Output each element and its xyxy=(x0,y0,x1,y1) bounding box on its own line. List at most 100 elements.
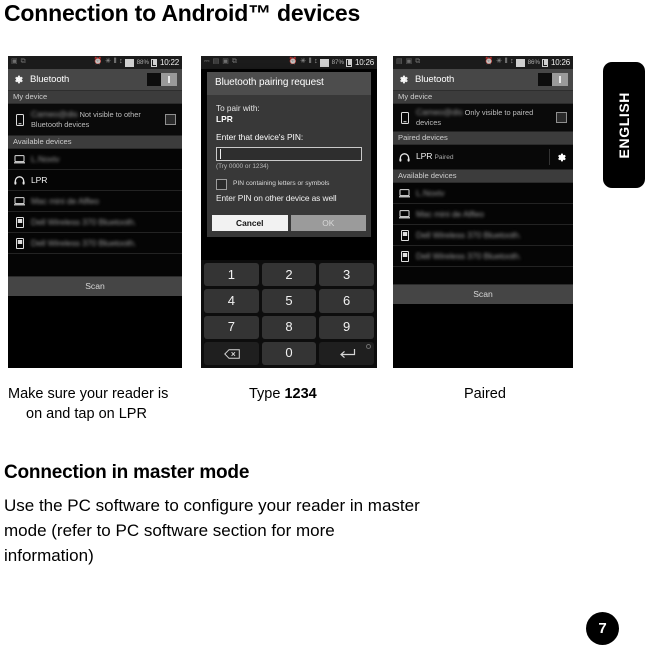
list-item[interactable]: L.Noxtv xyxy=(8,149,182,170)
status-right-icons: ⏰ ✳ ⦀ ↕ 87% 10:26 xyxy=(289,58,374,68)
clock: 10:26 xyxy=(354,57,374,67)
paired-device-row[interactable]: LPR Paired xyxy=(393,145,573,170)
signal-bars-icon xyxy=(125,58,135,67)
pin-input[interactable] xyxy=(216,146,362,161)
pin-hint: (Try 0000 or 1234) xyxy=(216,162,269,170)
dialog-actions: Cancel OK xyxy=(207,210,371,237)
bluetooth-action-bar: Bluetooth xyxy=(393,69,573,91)
mute-icon: ⦀ xyxy=(504,58,508,66)
status-bar: ▣ ⧉ ⏰ ✳ ⦀ ↕ 88% 10:22 xyxy=(8,56,182,69)
list-item[interactable]: Mac mini de Alfleo xyxy=(393,204,573,225)
alarm-icon: ⏰ xyxy=(484,58,494,66)
caption-step1: Make sure your reader is on and tap on L… xyxy=(8,384,193,424)
backspace-icon xyxy=(224,349,241,359)
battery-percent: 88% xyxy=(136,58,149,66)
key-8[interactable]: 8 xyxy=(261,315,317,339)
my-device-text: Cameo@dis Not visible to other Bluetooth… xyxy=(31,109,159,129)
list-item[interactable]: LPR xyxy=(8,170,182,191)
numeric-keypad: 1 2 3 4 5 6 7 8 9 0 xyxy=(201,260,377,368)
dialog-body: To pair with: LPR Enter that device's PI… xyxy=(207,95,371,211)
key-4[interactable]: 4 xyxy=(204,289,259,313)
scan-button[interactable]: Scan xyxy=(8,276,182,296)
phone-icon xyxy=(14,216,25,228)
my-device-row[interactable]: Cameo@dis Only visible to paired devices xyxy=(393,104,573,132)
battery-percent: 87% xyxy=(331,58,344,66)
key-1[interactable]: 1 xyxy=(204,263,259,287)
paired-device-text: LPR Paired xyxy=(416,151,543,163)
clock: 10:22 xyxy=(159,57,179,67)
status-bar: ⎓ ▤ ▣ ⧉ ⏰ ✳ ⦀ ↕ 87% 10:26 xyxy=(201,56,377,69)
body-paragraph: Use the PC software to configure your re… xyxy=(4,493,592,568)
sync-icon: ⧉ xyxy=(231,58,237,66)
device-settings-gear-icon[interactable] xyxy=(556,152,567,163)
key-6[interactable]: 6 xyxy=(319,289,374,313)
screenshot-icon: ▤ xyxy=(396,58,403,66)
key-5[interactable]: 5 xyxy=(261,289,317,313)
list-filler xyxy=(8,254,182,276)
enter-arrow-icon xyxy=(339,348,355,358)
enter-key[interactable] xyxy=(319,341,374,365)
caption-step1-line1: Make sure your reader is xyxy=(8,386,169,402)
language-tab: ENGLISH xyxy=(603,62,645,188)
list-item[interactable]: Mac mini de Alfleo xyxy=(8,191,182,212)
body-line-1: Use the PC software to configure your re… xyxy=(4,496,420,515)
key-7[interactable]: 7 xyxy=(204,315,259,339)
list-item[interactable]: Dell Wireless 370 Bluetooth. xyxy=(393,225,573,246)
bluetooth-toggle[interactable] xyxy=(538,73,568,86)
signal-bars-icon xyxy=(516,58,526,67)
pin-label: Enter that device's PIN: xyxy=(216,132,304,143)
caption-step2-prefix: Type xyxy=(249,386,285,402)
phone-icon xyxy=(399,111,410,124)
status-right-icons: ⏰ ✳ ⦀ ↕ 86% 10:26 xyxy=(485,58,570,68)
section-paired-devices: Paired devices xyxy=(393,132,573,145)
pin-alpha-checkbox[interactable] xyxy=(216,178,227,190)
bluetooth-icon: ✳ xyxy=(300,58,306,66)
bluetooth-toggle[interactable] xyxy=(147,73,177,86)
ok-button[interactable]: OK xyxy=(290,215,366,232)
pin-alpha-checkbox-row[interactable]: PIN containing letters or symbols xyxy=(216,178,362,190)
dialog-title: Bluetooth pairing request xyxy=(207,72,371,95)
my-device-row[interactable]: Cameo@dis Not visible to other Bluetooth… xyxy=(8,104,182,136)
cancel-button[interactable]: Cancel xyxy=(212,215,288,232)
battery-percent: 86% xyxy=(527,58,540,66)
paired-device-name: LPR xyxy=(416,151,433,162)
backspace-key[interactable] xyxy=(204,341,259,365)
gear-icon xyxy=(15,75,23,84)
laptop-icon xyxy=(14,196,25,206)
key-9[interactable]: 9 xyxy=(319,315,374,339)
page-title: Connection to Android™ devices xyxy=(4,0,361,26)
android-screenshot-step2: ⎓ ▤ ▣ ⧉ ⏰ ✳ ⦀ ↕ 87% 10:26 Bluetooth pair… xyxy=(201,56,377,368)
sim-icon: ▣ xyxy=(222,58,229,66)
clock: 10:26 xyxy=(550,57,570,67)
device-name: Mac mini de Alfleo xyxy=(416,208,484,219)
sim-icon: ▣ xyxy=(11,58,18,66)
status-left-icons: ⎓ ▤ ▣ ⧉ xyxy=(204,58,237,67)
my-device-name: Cameo@dis xyxy=(416,107,463,118)
network-type-icon: ↕ xyxy=(119,58,123,66)
scan-button[interactable]: Scan xyxy=(393,284,573,304)
device-name-lpr: LPR xyxy=(31,174,48,185)
list-item[interactable]: Dell Wireless 370 Bluetooth. xyxy=(8,233,182,254)
key-3[interactable]: 3 xyxy=(319,263,374,287)
my-device-text: Cameo@dis Only visible to paired devices xyxy=(416,107,550,127)
phone-icon xyxy=(14,237,25,249)
dialog-note: Enter PIN on other device as well xyxy=(216,192,337,203)
caption-step2: Type 1234 xyxy=(249,384,317,404)
section-available-devices: Available devices xyxy=(8,136,182,149)
list-item[interactable]: Dell Wireless 370 Bluetooth. xyxy=(393,246,573,267)
key-0[interactable]: 0 xyxy=(261,341,317,365)
visibility-checkbox[interactable] xyxy=(165,114,176,125)
sim-icon: ▣ xyxy=(405,58,413,66)
battery-icon xyxy=(151,58,158,67)
emoji-icon xyxy=(366,343,371,349)
android-screenshot-step3: ▤ ▣ ⧉ ⏰ ✳ ⦀ ↕ 86% 10:26 Bluetooth My dev… xyxy=(393,56,573,368)
phone-icon xyxy=(14,113,25,126)
key-2[interactable]: 2 xyxy=(261,263,317,287)
status-left-icons: ▤ ▣ ⧉ xyxy=(396,58,420,67)
section-my-device: My device xyxy=(393,91,573,104)
list-item[interactable]: Dell Wireless 370 Bluetooth. xyxy=(8,212,182,233)
visibility-checkbox[interactable] xyxy=(556,112,567,123)
page-number-badge: 7 xyxy=(586,612,619,645)
list-item[interactable]: L.Noxtv xyxy=(393,183,573,204)
gear-icon xyxy=(400,75,408,84)
